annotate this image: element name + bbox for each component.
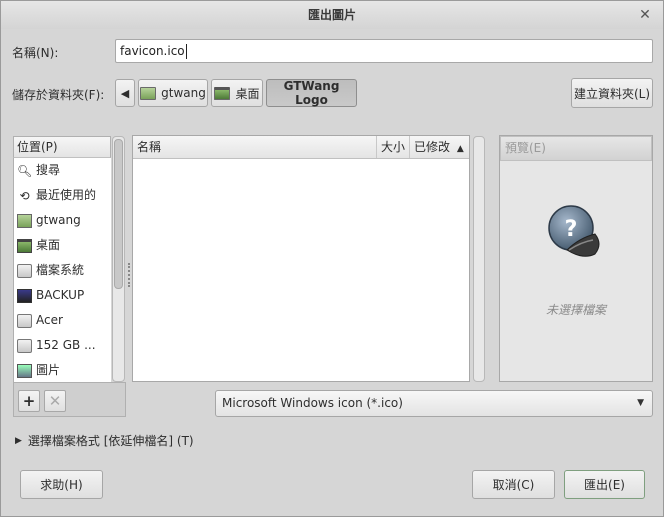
preview-header: 預覽(E) xyxy=(500,136,652,161)
help-button[interactable]: 求助(H) xyxy=(20,470,103,499)
place-recent[interactable]: ⟲ 最近使用的 xyxy=(14,183,111,208)
path-button-label: gtwang xyxy=(161,86,206,100)
place-label: 最近使用的 xyxy=(36,188,97,202)
text-caret xyxy=(185,44,187,59)
place-label: 搜尋 xyxy=(36,163,61,177)
column-size-label: 大小 xyxy=(381,140,406,154)
cancel-button-label: 取消(C) xyxy=(492,478,535,492)
places-list: 🔍︎ 搜尋 ⟲ 最近使用的 gtwang 桌面 檔案系統 BACKUP Acer 1… xyxy=(13,158,111,382)
column-modified-label: 已修改 xyxy=(414,140,451,154)
search-icon: 🔍︎ xyxy=(17,163,33,178)
remove-icon: ✕ xyxy=(48,392,62,410)
path-button-desktop[interactable]: 桌面 xyxy=(211,79,263,107)
drive-icon xyxy=(17,263,32,278)
left-arrow-icon: ◀ xyxy=(120,86,130,100)
column-size[interactable]: 大小 xyxy=(377,136,410,158)
pictures-folder-icon xyxy=(17,363,32,378)
home-folder-icon xyxy=(17,213,32,228)
place-home[interactable]: gtwang xyxy=(14,208,111,233)
export-image-dialog: 匯出圖片 ✕ 名稱(N): favicon.ico 儲存於資料夾(F): ◀ g… xyxy=(0,0,664,517)
place-152gb[interactable]: 152 GB ... xyxy=(14,333,111,358)
place-backup[interactable]: BACKUP xyxy=(14,283,111,308)
usb-drive-icon xyxy=(17,288,32,303)
file-name-input[interactable]: favicon.ico xyxy=(115,39,653,63)
window-title: 匯出圖片 xyxy=(307,8,356,22)
column-modified[interactable]: 已修改 ▲ xyxy=(410,136,469,158)
title-bar: 匯出圖片 ✕ xyxy=(1,1,663,29)
preview-header-label: 預覽(E) xyxy=(505,141,546,155)
path-button-home[interactable]: gtwang xyxy=(138,79,208,107)
path-button-label: 桌面 xyxy=(235,86,260,101)
place-label: Acer xyxy=(36,313,63,327)
export-button[interactable]: 匯出(E) xyxy=(564,470,645,499)
help-button-label: 求助(H) xyxy=(40,478,83,492)
places-scrollbar-thumb[interactable] xyxy=(114,139,123,289)
file-type-value: Microsoft Windows icon (*.ico) xyxy=(222,396,403,410)
file-type-expander[interactable]: ▶ 選擇檔案格式 [依延伸檔名] (T) xyxy=(15,432,194,449)
plus-icon: + xyxy=(22,392,36,410)
drive-icon xyxy=(17,313,32,328)
desktop-folder-icon xyxy=(17,238,32,253)
svg-text:?: ? xyxy=(565,217,578,242)
file-list-scrollbar[interactable] xyxy=(473,136,485,382)
create-folder-button[interactable]: 建立資料夾(L) xyxy=(571,78,653,108)
file-list-header: 名稱 大小 已修改 ▲ xyxy=(133,136,469,159)
export-button-label: 匯出(E) xyxy=(584,478,625,492)
place-label: 桌面 xyxy=(36,238,61,252)
file-list[interactable] xyxy=(132,135,470,382)
expander-label: 選擇檔案格式 [依延伸檔名] (T) xyxy=(27,434,194,448)
desktop-folder-icon xyxy=(214,86,231,100)
no-file-selected-text: 未選擇檔案 xyxy=(545,303,606,317)
place-label: 圖片 xyxy=(36,363,61,377)
question-mark-icon: ? xyxy=(548,205,600,257)
save-folder-label: 儲存於資料夾(F): xyxy=(12,88,105,102)
path-back-button[interactable]: ◀ xyxy=(115,79,135,107)
place-label: 檔案系統 xyxy=(36,263,85,277)
remove-bookmark-button[interactable]: ✕ xyxy=(44,390,66,412)
dropdown-arrow-icon: ▼ xyxy=(637,398,644,408)
place-pictures[interactable]: 圖片 xyxy=(14,358,111,382)
path-button-current[interactable]: GTWang Logo xyxy=(266,79,357,107)
place-label: BACKUP xyxy=(36,288,85,302)
place-search[interactable]: 🔍︎ 搜尋 xyxy=(14,158,111,183)
place-label: 152 GB ... xyxy=(36,338,96,352)
expander-arrow-icon: ▶ xyxy=(15,435,22,446)
column-name[interactable]: 名稱 xyxy=(133,136,377,158)
column-name-label: 名稱 xyxy=(137,140,162,154)
file-name-value: favicon.ico xyxy=(120,44,185,58)
name-label: 名稱(N): xyxy=(12,46,59,60)
places-scrollbar[interactable] xyxy=(112,136,125,382)
places-header[interactable]: 位置(P) xyxy=(13,136,111,158)
drive-icon xyxy=(17,338,32,353)
place-desktop[interactable]: 桌面 xyxy=(14,233,111,258)
place-label: gtwang xyxy=(36,213,81,227)
cancel-button[interactable]: 取消(C) xyxy=(472,470,555,499)
sort-ascending-icon: ▲ xyxy=(456,144,464,154)
recent-icon: ⟲ xyxy=(19,188,30,203)
file-type-dropdown[interactable]: Microsoft Windows icon (*.ico) ▼ xyxy=(215,390,653,417)
place-acer[interactable]: Acer xyxy=(14,308,111,333)
add-bookmark-button[interactable]: + xyxy=(18,390,40,412)
pane-resize-handle[interactable] xyxy=(128,263,130,287)
home-folder-icon xyxy=(140,86,157,100)
place-filesystem[interactable]: 檔案系統 xyxy=(14,258,111,283)
path-button-label: GTWang Logo xyxy=(283,79,340,107)
create-folder-label: 建立資料夾(L) xyxy=(573,86,651,101)
places-header-label: 位置(P) xyxy=(17,140,58,154)
close-icon[interactable]: ✕ xyxy=(637,7,653,23)
